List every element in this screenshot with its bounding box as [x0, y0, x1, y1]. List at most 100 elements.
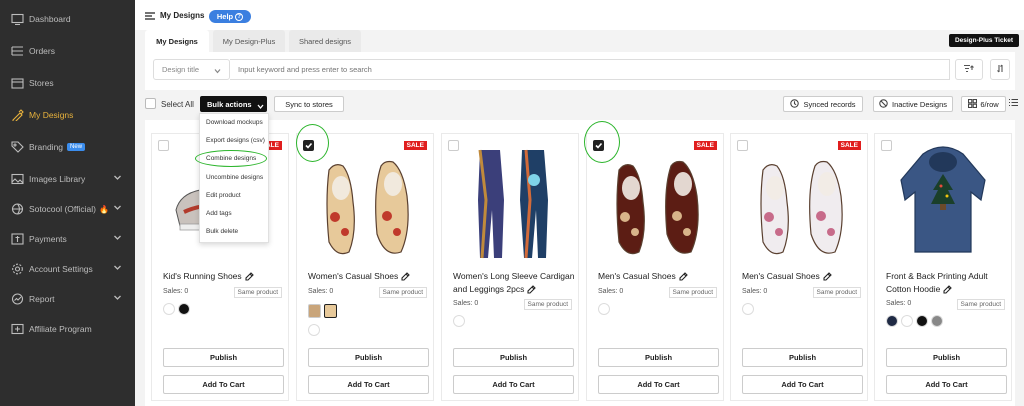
- edit-icon[interactable]: [679, 272, 688, 281]
- filter-button[interactable]: [955, 59, 983, 80]
- tab-my-design-plus[interactable]: My Design-Plus: [213, 30, 285, 52]
- tab-my-designs[interactable]: My Designs: [145, 30, 209, 52]
- bulk-menu-item-uncombine-designs[interactable]: Uncombine designs: [206, 174, 263, 181]
- product-title: Kid's Running Shoes: [163, 270, 285, 283]
- design-icon: [10, 109, 24, 121]
- product-image[interactable]: [749, 140, 853, 264]
- card-checkbox[interactable]: [881, 140, 892, 151]
- sort-icon: [995, 64, 1006, 75]
- color-swatch[interactable]: [178, 303, 190, 315]
- product-card[interactable]: Front & Back Printing Adult Cotton Hoodi…: [874, 133, 1012, 401]
- sidebar-item-dashboard[interactable]: Dashboard: [0, 8, 135, 30]
- publish-button[interactable]: Publish: [886, 348, 1007, 367]
- edit-icon[interactable]: [943, 285, 953, 294]
- product-card[interactable]: SALE Women's Casual Shoes Sales: 0 Same pro…: [296, 133, 434, 401]
- same-product-tag[interactable]: Same product: [956, 299, 1005, 310]
- edit-icon[interactable]: [527, 285, 537, 294]
- edit-icon[interactable]: [245, 272, 254, 281]
- product-card[interactable]: Women's Long Sleeve Cardigan and Legging…: [441, 133, 579, 401]
- check-icon: [305, 142, 313, 149]
- color-swatch[interactable]: [901, 315, 913, 327]
- product-image[interactable]: [605, 140, 709, 264]
- sort-button[interactable]: [990, 59, 1010, 80]
- card-checkbox[interactable]: [303, 140, 314, 151]
- color-swatch[interactable]: [308, 324, 320, 336]
- card-checkbox[interactable]: [158, 140, 169, 151]
- add-to-cart-button[interactable]: Add To Cart: [163, 375, 284, 394]
- edit-icon[interactable]: [401, 272, 411, 281]
- color-swatch[interactable]: [742, 303, 754, 315]
- search-input[interactable]: [230, 59, 950, 80]
- add-to-cart-button[interactable]: Add To Cart: [598, 375, 719, 394]
- help-button[interactable]: Help?: [209, 10, 251, 23]
- design-plus-ticket-button[interactable]: Design-Plus Ticket: [948, 34, 1019, 47]
- color-swatch[interactable]: [886, 315, 898, 327]
- sidebar-item-images-library[interactable]: Images Library: [0, 168, 135, 190]
- orders-icon: [10, 45, 24, 57]
- add-to-cart-button[interactable]: Add To Cart: [453, 375, 574, 394]
- affiliate-icon: [10, 323, 24, 335]
- inactive-designs-button[interactable]: Inactive Designs: [873, 96, 953, 112]
- color-swatch[interactable]: [453, 315, 465, 327]
- color-swatches: [598, 303, 610, 315]
- variant-thumbnail[interactable]: [308, 304, 321, 318]
- sidebar-item-payments[interactable]: Payments: [0, 228, 135, 250]
- color-swatch[interactable]: [598, 303, 610, 315]
- sync-to-stores-button[interactable]: Sync to stores: [274, 96, 344, 112]
- add-to-cart-button[interactable]: Add To Cart: [886, 375, 1007, 394]
- product-card[interactable]: SALE Men's Casual Shoes Sales: 0 Same produ…: [586, 133, 724, 401]
- color-swatch[interactable]: [931, 315, 943, 327]
- bulk-menu-item-add-tags[interactable]: Add tags: [206, 210, 232, 217]
- product-image[interactable]: [460, 140, 564, 264]
- sidebar-item-branding[interactable]: Branding New: [0, 136, 135, 158]
- search-field-select[interactable]: Design title: [153, 59, 230, 80]
- card-checkbox[interactable]: [448, 140, 459, 151]
- list-view-button[interactable]: [1009, 98, 1021, 110]
- synced-records-button[interactable]: Synced records: [783, 96, 863, 112]
- sidebar-item-sotocool-official[interactable]: Sotocool (Official) 🔥: [0, 198, 135, 220]
- bulk-menu-item-export-designs-csv[interactable]: Export designs (csv): [206, 137, 265, 144]
- same-product-tag[interactable]: Same product: [812, 287, 861, 298]
- add-to-cart-button[interactable]: Add To Cart: [742, 375, 863, 394]
- same-product-tag[interactable]: Same product: [233, 287, 282, 298]
- product-image[interactable]: [893, 140, 997, 264]
- bulk-menu-item-bulk-delete[interactable]: Bulk delete: [206, 228, 238, 235]
- sidebar-item-account-settings[interactable]: Account Settings: [0, 258, 135, 280]
- same-product-tag[interactable]: Same product: [378, 287, 427, 298]
- sidebar-item-my-designs[interactable]: My Designs: [0, 104, 135, 126]
- product-image[interactable]: [315, 140, 419, 264]
- sales-count: Sales: 0: [308, 288, 334, 295]
- add-to-cart-button[interactable]: Add To Cart: [308, 375, 429, 394]
- publish-button[interactable]: Publish: [742, 348, 863, 367]
- per-row-select[interactable]: 6/row: [961, 96, 1006, 112]
- publish-button[interactable]: Publish: [308, 348, 429, 367]
- sale-badge: SALE: [403, 141, 427, 150]
- color-swatch[interactable]: [163, 303, 175, 315]
- bulk-actions-button[interactable]: Bulk actions: [200, 96, 267, 112]
- sidebar-item-label: Images Library: [29, 174, 86, 184]
- publish-button[interactable]: Publish: [598, 348, 719, 367]
- tab-shared-designs[interactable]: Shared designs: [289, 30, 361, 52]
- page-title: My Designs: [160, 11, 205, 20]
- card-checkbox[interactable]: [737, 140, 748, 151]
- publish-button[interactable]: Publish: [453, 348, 574, 367]
- bulk-menu-item-combine-designs[interactable]: Combine designs: [206, 155, 256, 162]
- top-bar: My Designs Help?: [135, 0, 1024, 30]
- publish-button[interactable]: Publish: [163, 348, 284, 367]
- variant-thumbnail[interactable]: [324, 304, 337, 318]
- sidebar-item-orders[interactable]: Orders: [0, 40, 135, 62]
- sidebar-item-report[interactable]: Report: [0, 288, 135, 310]
- sidebar-item-stores[interactable]: Stores: [0, 72, 135, 94]
- bulk-menu-item-download-mockups[interactable]: Download mockups: [206, 119, 263, 126]
- edit-icon[interactable]: [823, 272, 832, 281]
- color-swatch[interactable]: [916, 315, 928, 327]
- select-all-checkbox[interactable]: [145, 98, 156, 109]
- search-bar: Design title: [145, 52, 1015, 90]
- same-product-tag[interactable]: Same product: [668, 287, 717, 298]
- sidebar-item-affiliate-program[interactable]: Affiliate Program: [0, 318, 135, 340]
- card-checkbox[interactable]: [593, 140, 604, 151]
- product-card[interactable]: SALE Men's Casual Shoes Sales: 0 Same produ…: [730, 133, 868, 401]
- variant-thumbnails: [308, 304, 337, 318]
- same-product-tag[interactable]: Same product: [523, 299, 572, 310]
- bulk-menu-item-edit-product[interactable]: Edit product: [206, 192, 241, 199]
